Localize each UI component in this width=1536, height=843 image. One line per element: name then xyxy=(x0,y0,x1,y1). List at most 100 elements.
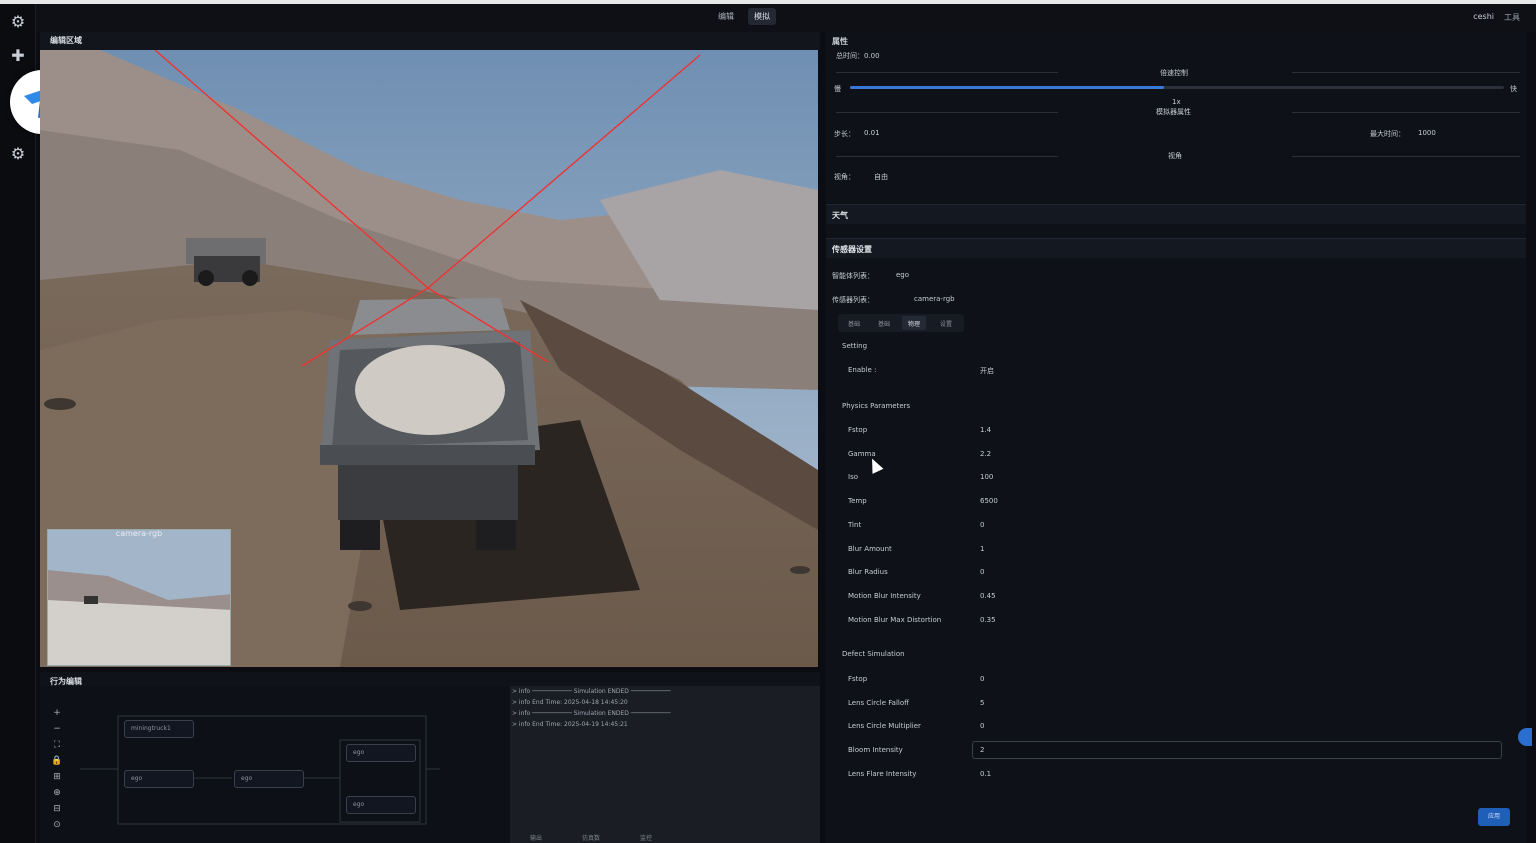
panel-collapse-handle[interactable] xyxy=(1518,728,1532,746)
enable-select[interactable]: 开启 xyxy=(980,366,994,376)
physics-label: Motion Blur Intensity xyxy=(848,591,921,600)
log-line: > info ─────────── Simulation ENDED ────… xyxy=(512,710,671,717)
node-ego-4[interactable]: ego xyxy=(346,796,416,814)
max-time-value[interactable]: 1000 xyxy=(1418,129,1436,137)
defect-value[interactable]: 0.1 xyxy=(980,770,991,778)
tab-simulate[interactable]: 模拟 xyxy=(748,8,776,25)
subtab-physics[interactable]: 物理 xyxy=(902,316,927,330)
enable-label: Enable : xyxy=(848,366,877,374)
physics-value[interactable]: 0 xyxy=(980,568,984,576)
defect-label: Lens Circle Multiplier xyxy=(848,722,921,731)
zoom-in-icon[interactable]: + xyxy=(50,708,64,724)
defect-value[interactable]: 5 xyxy=(980,699,984,707)
tab-sim-data[interactable]: 仿真数 xyxy=(582,833,600,842)
layout-icon[interactable]: ⊟ xyxy=(50,804,64,820)
speed-value: 1x xyxy=(1172,98,1181,106)
bloom-intensity-input[interactable] xyxy=(972,741,1502,759)
sensor-select[interactable]: camera-rgb xyxy=(914,295,955,303)
agent-list-label: 智能体列表： xyxy=(832,272,874,280)
lock-icon[interactable]: 🔒 xyxy=(50,756,64,772)
physics-label: Blur Radius xyxy=(848,568,888,577)
node-miningtruck1[interactable]: miningtruck1 xyxy=(124,720,194,738)
fast-label: 快 xyxy=(1510,85,1517,93)
subtab-basic-2[interactable]: 基础 xyxy=(872,316,896,330)
step-label: 步长： xyxy=(834,130,855,138)
physics-label: Iso xyxy=(848,473,858,482)
speed-slider[interactable] xyxy=(850,86,1504,89)
editor-title: 编辑区域 xyxy=(50,36,82,45)
defect-label: Bloom Intensity xyxy=(848,746,903,755)
node-ego-3[interactable]: ego xyxy=(346,744,416,762)
node-ego-1[interactable]: ego xyxy=(124,770,194,788)
add-node-icon[interactable]: ⊕ xyxy=(50,788,64,804)
physics-value[interactable]: 0.35 xyxy=(980,616,996,624)
behavior-graph[interactable]: miningtruck1 ego ego ego ego xyxy=(40,686,510,843)
defect-label: Fstop xyxy=(848,675,868,683)
physics-label: Gamma xyxy=(848,449,876,458)
physics-label: Temp xyxy=(848,497,867,506)
physics-value[interactable]: 0.45 xyxy=(980,592,996,600)
properties-title: 属性 xyxy=(832,37,848,46)
top-bar: 编辑 模拟 ceshi 工具 xyxy=(0,0,1536,32)
physics-label: Blur Amount xyxy=(848,544,892,553)
log-output[interactable]: > info ─────────── Simulation ENDED ────… xyxy=(510,686,820,843)
defect-header: Defect Simulation xyxy=(842,650,905,658)
log-line: > info End Time: 2025-04-18 14:45:20 xyxy=(512,699,628,706)
physics-label: Tint xyxy=(848,520,862,529)
defect-label: Lens Circle Falloff xyxy=(848,698,909,707)
fit-view-icon[interactable]: ⛶ xyxy=(50,740,64,756)
crosshair-icon[interactable]: ✚ xyxy=(8,46,28,66)
physics-header: Physics Parameters xyxy=(842,402,911,410)
physics-value[interactable]: 0 xyxy=(980,521,984,529)
defect-value[interactable]: 0 xyxy=(980,722,984,730)
graph-toolbar: + − ⛶ 🔒 ⊞ ⊕ ⊟ ⊙ xyxy=(50,708,64,836)
log-tabs: 输出 仿真数 监控 xyxy=(510,833,652,842)
view-label: 视角： xyxy=(834,173,855,181)
physics-value[interactable]: 6500 xyxy=(980,497,998,505)
physics-label: Motion Blur Max Distortion xyxy=(848,615,942,624)
grid-icon[interactable]: ⊞ xyxy=(50,772,64,788)
physics-value[interactable]: 1.4 xyxy=(980,426,991,434)
sim-props-label: 模拟器属性 xyxy=(1156,108,1191,116)
slow-label: 慢 xyxy=(834,85,841,93)
log-line: > info End Time: 2025-04-19 14:45:21 xyxy=(512,721,628,728)
editor-header: 编辑区域 xyxy=(40,32,820,50)
zoom-out-icon[interactable]: − xyxy=(50,724,64,740)
weather-title: 天气 xyxy=(832,211,848,220)
tab-edit[interactable]: 编辑 xyxy=(712,8,740,25)
log-line: > info ─────────── Simulation ENDED ────… xyxy=(512,688,671,695)
sensor-title: 传感器设置 xyxy=(832,245,872,254)
user-name[interactable]: ceshi xyxy=(1473,12,1494,21)
subtab-settings[interactable]: 设置 xyxy=(934,316,958,330)
physics-label: Fstop xyxy=(848,426,868,434)
agent-select[interactable]: ego xyxy=(896,271,909,279)
physics-value[interactable]: 100 xyxy=(980,473,993,481)
subtab-basic[interactable]: 基础 xyxy=(842,316,866,330)
max-time-label: 最大时间： xyxy=(1370,130,1405,138)
view-header: 视角 xyxy=(1168,152,1182,160)
distant-truck xyxy=(186,238,266,286)
weather-section[interactable]: 天气 xyxy=(826,204,1526,224)
sensor-section[interactable]: 传感器设置 xyxy=(826,238,1526,258)
speed-control-label: 倍速控制 xyxy=(1160,69,1188,77)
tools-menu[interactable]: 工具 xyxy=(1504,12,1520,23)
gear-icon[interactable]: ⚙ xyxy=(8,144,28,164)
view-select[interactable]: 自由 xyxy=(874,172,888,182)
defect-value[interactable]: 2 xyxy=(980,746,984,754)
share-nodes-icon[interactable]: ⚙ xyxy=(8,12,28,32)
tab-output[interactable]: 输出 xyxy=(530,833,542,842)
sim-time: 总时间：0.00 xyxy=(836,52,880,60)
apply-button[interactable]: 应用 xyxy=(1478,808,1510,826)
tab-monitor[interactable]: 监控 xyxy=(640,833,652,842)
physics-value[interactable]: 1 xyxy=(980,545,984,553)
setting-header: Setting xyxy=(842,342,868,350)
defect-value[interactable]: 0 xyxy=(980,675,984,683)
defect-label: Lens Flare Intensity xyxy=(848,769,917,778)
sensor-list-label: 传感器列表： xyxy=(832,296,874,304)
physics-value[interactable]: 2.2 xyxy=(980,450,991,458)
step-value[interactable]: 0.01 xyxy=(864,129,880,137)
camera-preview-label: camera-rgb xyxy=(115,529,163,538)
target-icon[interactable]: ⊙ xyxy=(50,820,64,836)
camera-rgb-preview[interactable] xyxy=(47,529,231,666)
node-ego-2[interactable]: ego xyxy=(234,770,304,788)
